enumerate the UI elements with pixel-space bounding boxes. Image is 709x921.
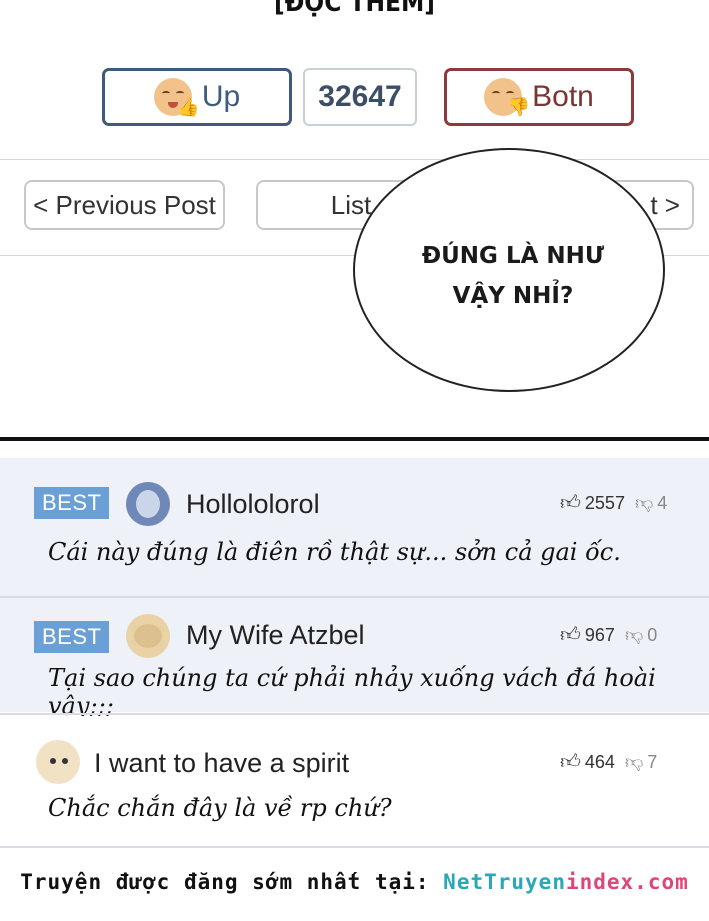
like-count: 967	[584, 624, 615, 645]
best-badge: BEST	[34, 621, 110, 653]
dislike-count: 4	[657, 492, 668, 513]
smirk-face-thumbs-down-icon: 👎	[484, 78, 530, 117]
footer-prefix: Truyện được đăng sớm nhất tại:	[20, 870, 444, 894]
dislike-count: 7	[647, 751, 658, 772]
footer-site-part-2[interactable]: index.com	[566, 870, 689, 894]
thumbs-up-icon[interactable]: 👍︎	[560, 491, 581, 515]
vote-count: 32647	[303, 68, 417, 126]
comment-stats: 👍︎ 967 👎︎ 0	[560, 623, 657, 647]
comment-username[interactable]: Hollololorol	[186, 489, 320, 520]
read-more-title: [ĐỌC THÊM]	[274, 0, 435, 18]
avatar[interactable]	[126, 482, 170, 526]
upvote-label: Up	[201, 80, 241, 113]
divider	[0, 159, 709, 160]
comment-stats: 👍︎ 2557 👎︎ 4	[560, 491, 667, 515]
comment-item: BEST Hollololorol 👍︎ 2557 👎︎ 4 Cái này đ…	[0, 458, 709, 596]
avatar[interactable]	[36, 740, 80, 784]
speech-line-2: VẬY NHỈ?	[452, 283, 574, 309]
thumbs-up-icon[interactable]: 👍︎	[560, 750, 581, 774]
like-count: 2557	[584, 492, 625, 513]
laughing-face-thumbs-up-icon: 👍	[153, 78, 200, 117]
avatar[interactable]	[126, 614, 170, 658]
thumbs-down-icon[interactable]: 👎︎	[635, 492, 653, 514]
speech-bubble-text: ĐÚNG LÀ NHƯ VẬY NHỈ?	[395, 236, 631, 316]
comment-item: I want to have a spirit 👍︎ 464 👎︎ 7 Chắc…	[0, 716, 709, 846]
divider	[0, 846, 709, 848]
best-badge: BEST	[34, 487, 110, 519]
like-count: 464	[584, 751, 615, 772]
comment-text: Cái này đúng là điên rồ thật sự... sởn c…	[48, 538, 621, 566]
comment-text: Chắc chắn đây là về rp chứ?	[48, 794, 392, 822]
comment-username[interactable]: My Wife Atzbel	[186, 620, 365, 651]
previous-post-button[interactable]: < Previous Post	[24, 180, 225, 230]
thumbs-up-icon[interactable]: 👍︎	[560, 623, 581, 647]
comment-username[interactable]: I want to have a spirit	[94, 748, 349, 779]
footer-site-part-1[interactable]: NetTruyen	[443, 870, 566, 894]
upvote-button[interactable]: 👍 Up	[102, 68, 292, 126]
thumbs-down-icon[interactable]: 👎︎	[625, 624, 643, 646]
thumbs-down-icon[interactable]: 👎︎	[625, 751, 643, 773]
speech-line-1: ĐÚNG LÀ NHƯ	[421, 243, 605, 269]
downvote-label: Botn	[532, 80, 594, 113]
comment-stats: 👍︎ 464 👎︎ 7	[560, 750, 657, 774]
downvote-button[interactable]: 👎 Botn	[444, 68, 634, 126]
dislike-count: 0	[647, 624, 658, 645]
comment-item: BEST My Wife Atzbel 👍︎ 967 👎︎ 0 Tại sao …	[0, 598, 709, 720]
comment-text: Tại sao chúng ta cứ phải nhảy xuống vách…	[48, 664, 656, 720]
panel-border	[0, 437, 709, 441]
footer-source-text: Truyện được đăng sớm nhất tại: NetTruyen…	[0, 870, 709, 894]
divider	[0, 713, 709, 715]
